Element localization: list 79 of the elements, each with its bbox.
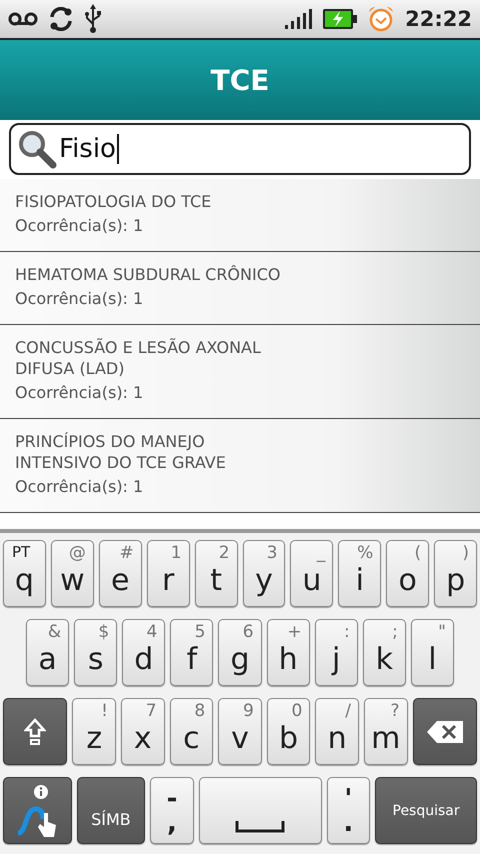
result-item[interactable]: PRINCÍPIOS DO MANEJO INTENSIVO DO TCE GRAVE Ocorrência(s): 1: [0, 419, 480, 513]
keyboard-key[interactable]: $ s: [74, 619, 118, 686]
keyboard-key[interactable]: 2 t: [194, 540, 238, 607]
keyboard-key[interactable]: _ u: [290, 540, 334, 607]
keyboard-key[interactable]: ) p: [434, 540, 478, 607]
battery-charging-icon: [323, 9, 358, 29]
keyboard-key[interactable]: ; k: [362, 619, 406, 686]
key-hint: 9: [242, 701, 254, 721]
key-hint: $: [98, 622, 110, 642]
keyboard-key[interactable]: 6 g: [218, 619, 262, 686]
key-hint: 3: [266, 543, 278, 563]
keyboard-key[interactable]: ! z: [72, 698, 116, 765]
backspace-key[interactable]: [412, 698, 477, 765]
key-hint: 5: [194, 622, 206, 642]
key-hint: _: [316, 543, 326, 563]
space-key[interactable]: [198, 777, 322, 844]
key-hint: 8: [194, 701, 206, 721]
result-item[interactable]: HEMATOMA SUBDURAL CRÔNICO Ocorrência(s): 1: [0, 252, 480, 325]
key-hint: !: [101, 701, 108, 721]
key-hint: PT: [12, 543, 30, 561]
key-hint: 0: [292, 701, 302, 721]
keyboard-key[interactable]: : j: [314, 619, 358, 686]
keyboard-key[interactable]: % i: [338, 540, 382, 607]
keyboard-key[interactable]: " l: [410, 619, 454, 686]
key-hint: @: [68, 543, 86, 563]
key-hint: 2: [218, 543, 230, 563]
key-hint: ;: [392, 622, 398, 642]
key-hint: 1: [170, 543, 182, 563]
key-hint: (: [414, 543, 422, 563]
key-hint: 6: [242, 622, 254, 642]
space-icon: [235, 821, 286, 833]
key-hint: #: [119, 543, 134, 563]
signal-icon: [285, 9, 314, 29]
symbols-key[interactable]: SÍMB: [76, 777, 146, 844]
search-field[interactable]: Fisio: [9, 123, 471, 175]
keyboard-key[interactable]: & a: [26, 619, 70, 686]
result-item[interactable]: FISIOPATOLOGIA DO TCE Ocorrência(s): 1: [0, 179, 480, 252]
swype-key[interactable]: [3, 777, 72, 844]
keyboard-key[interactable]: ? m: [364, 698, 408, 765]
keyboard-key[interactable]: / n: [315, 698, 359, 765]
shift-icon: [24, 718, 46, 746]
result-item[interactable]: CONCUSSÃO E LESÃO AXONAL DIFUSA (LAD) Ocorrência(s): 1: [0, 325, 480, 419]
search-key[interactable]: Pesquisar: [375, 777, 478, 844]
keyboard-key[interactable]: 7 x: [121, 698, 165, 765]
usb-icon: [84, 4, 102, 34]
alarm-clock-icon: [367, 5, 396, 33]
keyboard-key[interactable]: PT q: [3, 540, 46, 607]
key-hint: ": [438, 622, 446, 642]
search-icon: [17, 129, 57, 169]
backspace-icon: [426, 720, 463, 742]
keyboard-key[interactable]: 8 c: [170, 698, 214, 765]
keyboard-key[interactable]: - ,: [150, 777, 194, 844]
keyboard-key[interactable]: 4 d: [122, 619, 166, 686]
keyboard-key[interactable]: # e: [98, 540, 142, 607]
keyboard-key[interactable]: 1 r: [146, 540, 190, 607]
key-hint: ): [462, 543, 470, 563]
key-hint: %: [357, 543, 374, 563]
voicemail-icon: [8, 12, 38, 26]
clock-time: 22:22: [405, 7, 472, 31]
key-hint: ?: [390, 701, 400, 721]
key-hint: +: [287, 622, 302, 642]
keyboard-key[interactable]: ( o: [386, 540, 430, 607]
keyboard-key[interactable]: + h: [266, 619, 310, 686]
shift-key[interactable]: [3, 698, 68, 765]
key-hint: :: [344, 622, 350, 642]
keyboard-key[interactable]: 3 y: [242, 540, 286, 607]
sync-icon: [48, 7, 74, 31]
key-hint: ': [344, 790, 352, 808]
key-hint: 7: [146, 701, 157, 721]
keyboard-key[interactable]: ' .: [326, 777, 370, 844]
key-hint: /: [345, 701, 351, 721]
keyboard-key[interactable]: @ w: [50, 540, 94, 607]
key-hint: &: [48, 622, 62, 642]
key-hint: -: [166, 790, 178, 808]
key-hint: 4: [146, 622, 158, 642]
screen-title: TCE: [210, 64, 270, 96]
keyboard-key[interactable]: 5 f: [170, 619, 214, 686]
keyboard-key[interactable]: 9 v: [218, 698, 262, 765]
keyboard-key[interactable]: 0 b: [266, 698, 310, 765]
